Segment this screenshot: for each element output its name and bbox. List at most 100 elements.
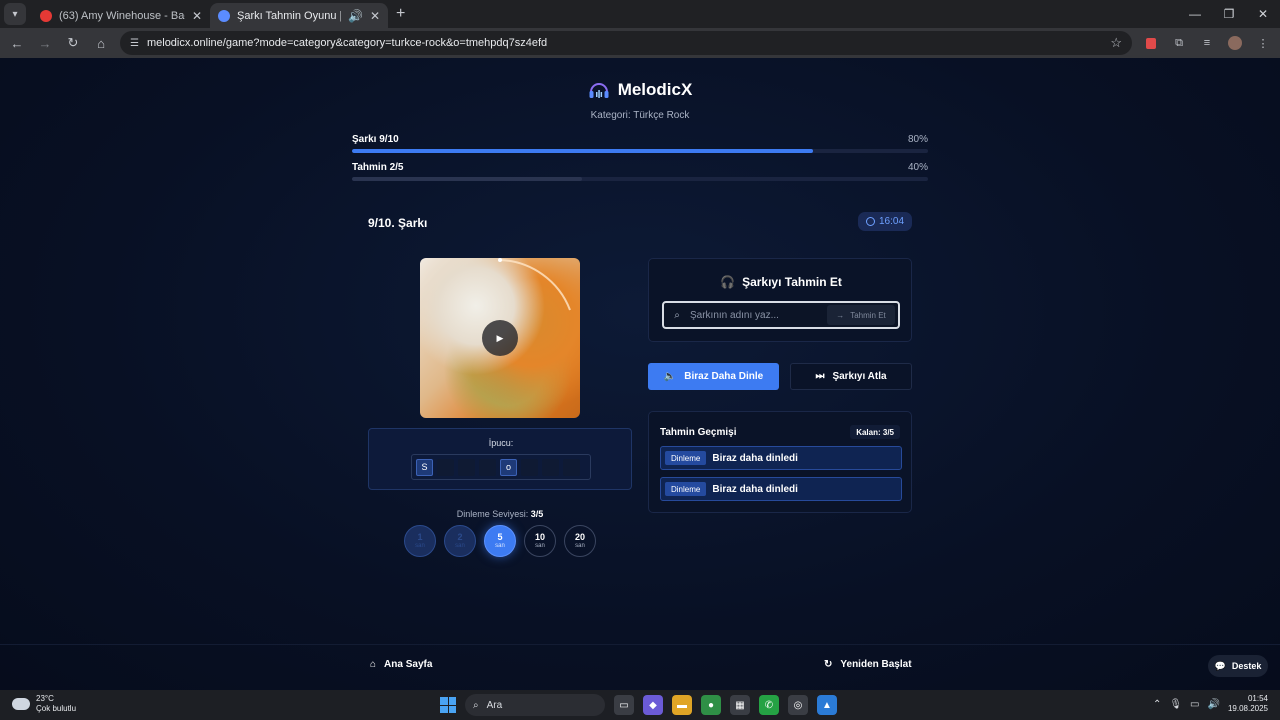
- level-unit: san: [495, 543, 505, 549]
- restart-button[interactable]: ↻ Yeniden Başlat: [824, 659, 912, 670]
- menu-kebab-icon[interactable]: ⋮: [1254, 35, 1272, 51]
- system-tray: ⌃ 🎙 ▭ 🔊 01:54 19.08.2025: [1153, 694, 1268, 714]
- guess-progress-fill: [352, 177, 583, 181]
- restart-label: Yeniden Başlat: [840, 659, 912, 670]
- play-icon: ▶: [496, 332, 504, 343]
- hint-slot: o: [500, 458, 517, 476]
- level-seconds: 2: [457, 532, 463, 542]
- history-item-text: Biraz daha dinledi: [712, 452, 798, 464]
- new-tab-button[interactable]: +: [396, 5, 405, 23]
- melodicx-favicon-icon: [218, 9, 230, 22]
- listen-level-5: 20 san: [564, 525, 596, 557]
- system-clock[interactable]: 01:54 19.08.2025: [1228, 694, 1268, 714]
- hint-title: İpucu:: [488, 438, 514, 448]
- guess-card: 🎧 Şarkıyı Tahmin Et ⌕ Şarkının adını yaz…: [648, 258, 912, 342]
- listen-level-4: 10 san: [524, 525, 556, 557]
- level-unit: san: [415, 543, 425, 549]
- close-icon[interactable]: ✕: [370, 9, 380, 23]
- taskbar-apps: ⌕ Ara ▭ ◆ ▬ ● ▦ ✆ ◎ ▲: [440, 694, 837, 716]
- level-seconds: 20: [574, 532, 585, 542]
- minimize-icon[interactable]: —: [1178, 7, 1212, 21]
- history-item-text: Biraz daha dinledi: [712, 483, 798, 495]
- level-seconds: 10: [534, 532, 545, 542]
- hint-slot: [542, 458, 559, 476]
- tab-youtube[interactable]: (63) Amy Winehouse - Back To ✕: [32, 3, 210, 28]
- listen-more-label: Biraz Daha Dinle: [684, 371, 764, 382]
- guess-history: Tahmin Geçmişi Kalan: 3/5 Dinleme Biraz …: [648, 411, 912, 513]
- clock-icon: [865, 217, 875, 226]
- home-icon[interactable]: ⌂: [92, 36, 110, 51]
- temperature: 23°C: [36, 694, 54, 703]
- display-icon[interactable]: ▭: [1190, 699, 1199, 710]
- photos-icon[interactable]: ▲: [817, 695, 837, 715]
- level-seconds: 1: [417, 532, 423, 542]
- brand-name: MelodicX: [617, 80, 693, 99]
- taskbar-search-label: Ara: [486, 699, 503, 711]
- extensions-puzzle-icon[interactable]: ⧉: [1170, 35, 1188, 51]
- support-label: Destek: [1231, 661, 1262, 671]
- close-icon[interactable]: ✕: [192, 9, 202, 23]
- headphones-logo-icon: [588, 80, 610, 100]
- taskbar-search[interactable]: ⌕ Ara: [465, 694, 605, 716]
- whatsapp-icon[interactable]: ✆: [759, 695, 779, 715]
- extension-red-icon[interactable]: [1142, 35, 1160, 51]
- window-controls: — ❐ ✕: [1178, 0, 1280, 28]
- address-bar[interactable]: ☰ melodicx.online/game?mode=category&cat…: [120, 31, 1132, 55]
- game-page: MelodicX Kategori: Türkçe Rock Şarkı 9/1…: [0, 58, 1280, 690]
- windows-start-icon[interactable]: [440, 697, 456, 713]
- microphone-icon[interactable]: 🎙: [1169, 699, 1182, 710]
- speaker-icon[interactable]: 🔊: [348, 9, 363, 23]
- hint-slot: [479, 458, 496, 476]
- tab-search-button[interactable]: ▾: [4, 3, 26, 25]
- song-progress: Şarkı 9/10 80%: [352, 134, 928, 153]
- category-label: Kategori: Türkçe Rock: [590, 110, 690, 121]
- chrome-icon[interactable]: ●: [701, 695, 721, 715]
- windows-taskbar: 23°C Çok bulutlu ⌕ Ara ▭ ◆ ▬ ● ▦ ✆ ◎ ▲ ⌃…: [0, 690, 1280, 720]
- guess-submit-button[interactable]: → Tahmin Et: [827, 305, 895, 325]
- house-icon: ⌂: [370, 659, 377, 670]
- profile-avatar[interactable]: [1226, 35, 1244, 51]
- store-icon[interactable]: ▦: [730, 695, 750, 715]
- reload-icon[interactable]: ↻: [64, 35, 82, 51]
- search-icon: ⌕: [473, 699, 479, 711]
- tab-melodicx[interactable]: Şarkı Tahmin Oyunu | Melo 🔊 ✕: [210, 3, 388, 28]
- chevron-up-icon[interactable]: ⌃: [1153, 699, 1161, 710]
- history-item: Dinleme Biraz daha dinledi: [660, 477, 902, 501]
- clock-date: 19.08.2025: [1227, 704, 1268, 713]
- brand[interactable]: MelodicX: [0, 80, 1280, 100]
- guess-input-wrapper[interactable]: ⌕ Şarkının adını yaz... → Tahmin Et: [662, 301, 900, 329]
- timer-badge: 16:04: [858, 212, 912, 231]
- back-icon[interactable]: ←: [8, 36, 26, 51]
- hint-slot: [521, 458, 538, 476]
- guess-input[interactable]: Şarkının adını yaz...: [690, 310, 827, 321]
- song-progress-fill: [352, 149, 813, 153]
- site-info-icon[interactable]: ☰: [130, 38, 139, 49]
- task-view-icon[interactable]: ▭: [614, 695, 634, 715]
- media-control-icon[interactable]: ≡: [1198, 35, 1216, 51]
- song-heading: 9/10. Şarkı: [368, 216, 428, 230]
- file-explorer-icon[interactable]: ▬: [672, 695, 692, 715]
- skip-song-button[interactable]: ⏭ Şarkıyı Atla: [790, 363, 912, 390]
- guess-heading-text: Şarkıyı Tahmin Et: [742, 275, 842, 289]
- app-icon[interactable]: ◎: [788, 695, 808, 715]
- play-button[interactable]: ▶: [482, 320, 518, 356]
- close-window-icon[interactable]: ✕: [1246, 7, 1280, 21]
- volume-icon: 🔈: [663, 371, 677, 382]
- listen-more-button[interactable]: 🔈 Biraz Daha Dinle: [648, 363, 779, 390]
- copilot-icon[interactable]: ◆: [643, 695, 663, 715]
- history-item-tag: Dinleme: [665, 482, 707, 496]
- weather-widget[interactable]: 23°C Çok bulutlu: [12, 694, 76, 714]
- tab-title: (63) Amy Winehouse - Back To: [59, 9, 185, 22]
- support-button[interactable]: 💬 Destek: [1208, 655, 1268, 677]
- song-progress-percent: 80%: [907, 134, 928, 145]
- forward-icon[interactable]: →: [36, 36, 54, 51]
- home-button[interactable]: ⌂ Ana Sayfa: [370, 659, 432, 670]
- bookmark-star-icon[interactable]: ☆: [1110, 35, 1122, 51]
- restore-icon[interactable]: ❐: [1212, 7, 1246, 21]
- volume-icon[interactable]: 🔊: [1208, 699, 1220, 710]
- listen-level-value: 3/5: [530, 509, 544, 519]
- song-progress-track: [352, 149, 928, 153]
- headphones-icon: 🎧: [720, 275, 736, 289]
- listen-levels: 1 san 2 san 5 san 10 san 20 san: [404, 525, 596, 557]
- guess-progress-percent: 40%: [907, 162, 928, 173]
